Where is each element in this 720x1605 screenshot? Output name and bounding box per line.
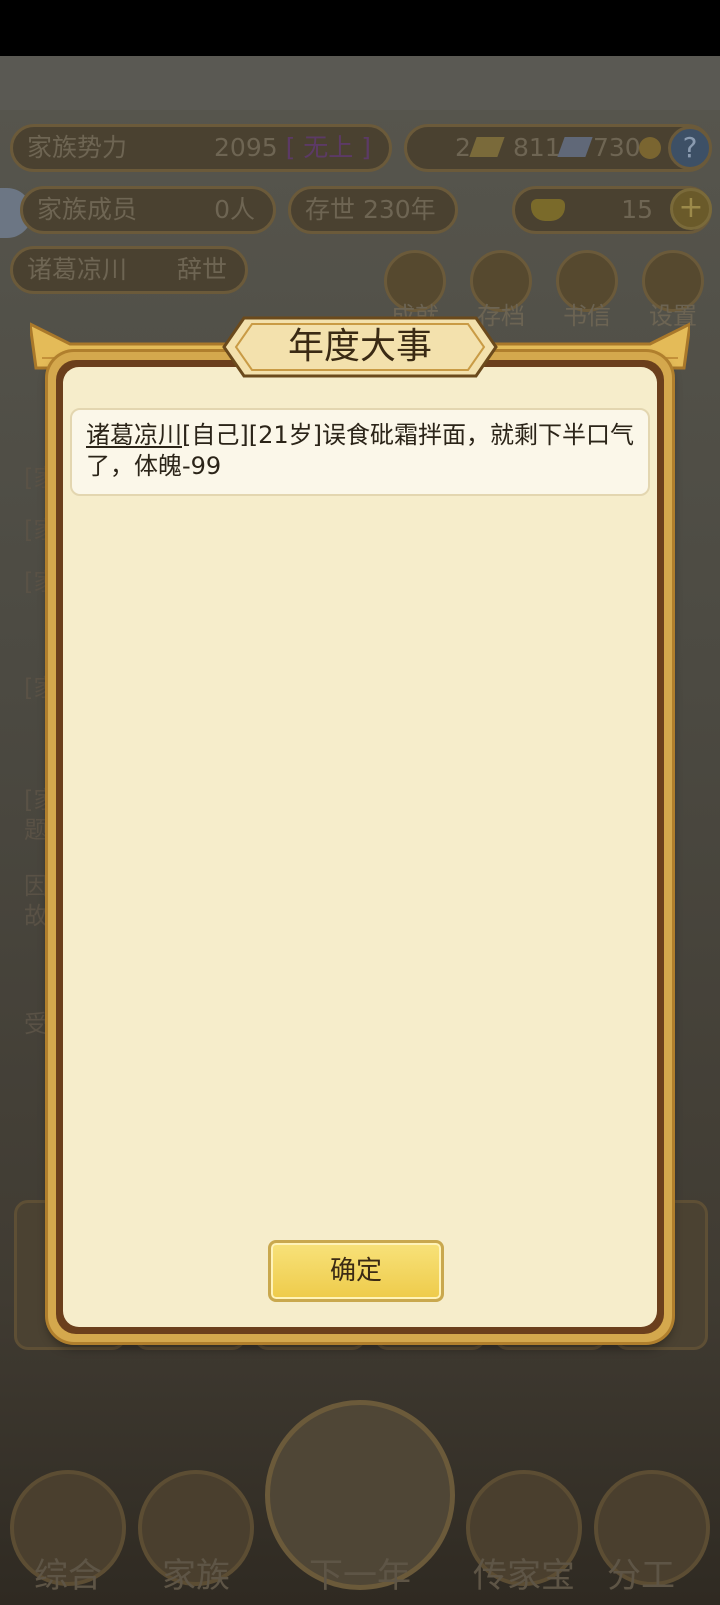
family-power-tag: [ 无上 ] <box>285 133 371 162</box>
family-power-pill[interactable]: 家族势力 2095 [ 无上 ] <box>10 124 392 172</box>
patriarch-pill[interactable]: 诸葛凉川 辞世 <box>10 246 248 294</box>
heirloom-label: 传家宝 <box>473 1556 575 1596</box>
log-fragment: 受 <box>24 1010 48 1038</box>
currency-pill: 2 811 730 <box>404 124 712 172</box>
log-fragment: 故 <box>24 902 48 930</box>
silver-value: 811 <box>513 133 561 162</box>
coin-value: 730 <box>593 133 641 162</box>
modal-title: 年度大事 <box>287 326 432 367</box>
next-year-label: 下一年 <box>309 1556 411 1596</box>
survival-pill: 存世 230年 <box>288 186 458 234</box>
family-members-label: 家族成员 <box>37 195 138 224</box>
event-entry: 诸葛凉川[自己][21岁]误食砒霜拌面，就剩下半口气了，体魄-99 <box>70 408 650 496</box>
add-icon[interactable]: + <box>670 188 712 230</box>
help-icon[interactable]: ? <box>668 126 712 170</box>
family-label: 家族 <box>162 1556 230 1596</box>
survival-value: 230年 <box>362 195 436 224</box>
coin-icon <box>639 137 661 159</box>
gold-value: 2 <box>455 133 471 162</box>
patriarch-status: 辞世 <box>176 255 227 284</box>
top-strip <box>0 56 720 110</box>
event-person-link[interactable]: 诸葛凉川 <box>86 421 182 449</box>
gold-bar-icon <box>469 137 505 157</box>
ingot-value: 15 <box>621 195 653 224</box>
survival-label: 存世 <box>305 195 356 224</box>
patriarch-name: 诸葛凉川 <box>27 255 128 284</box>
family-members-value: 0人 <box>214 195 255 224</box>
overview-label: 综合 <box>34 1556 102 1596</box>
annual-events-dialog <box>48 352 672 1342</box>
division-label: 分工 <box>607 1556 675 1596</box>
ingot-icon <box>531 199 565 221</box>
family-members-pill[interactable]: 家族成员 0人 <box>20 186 276 234</box>
log-fragment: 题 <box>24 816 48 844</box>
family-power-label: 家族势力 <box>27 133 128 162</box>
status-bar <box>0 0 720 56</box>
family-power-value: 2095 <box>214 133 278 162</box>
family-power-value-group: 2095 [ 无上 ] <box>214 127 371 169</box>
modal-body <box>63 367 657 1327</box>
confirm-button[interactable]: 确定 <box>268 1240 444 1302</box>
silver-bar-icon <box>557 137 593 157</box>
